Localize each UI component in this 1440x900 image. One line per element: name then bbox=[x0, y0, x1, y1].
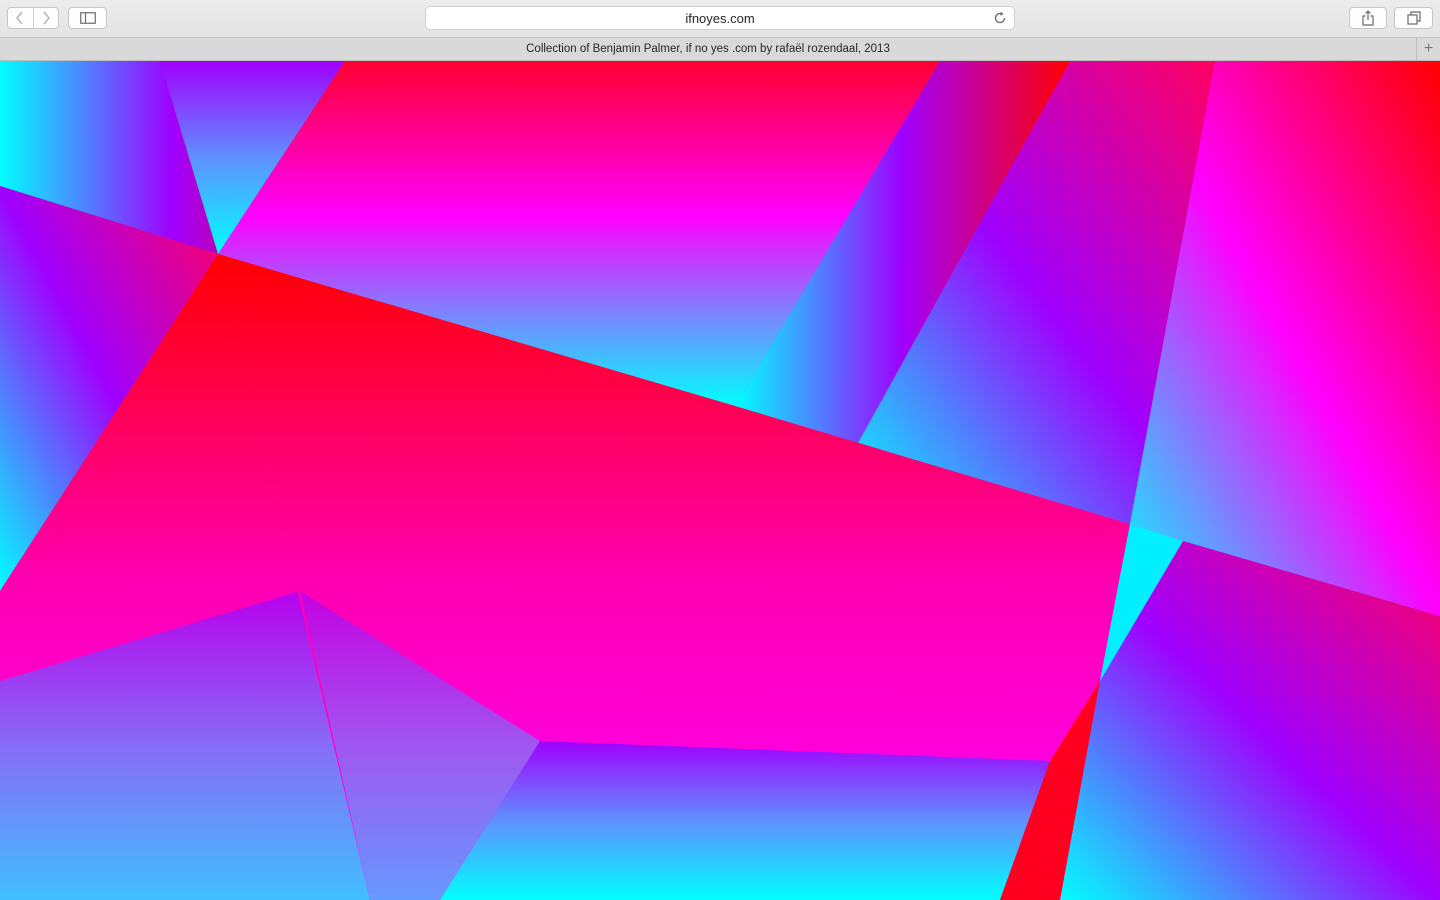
chevron-left-icon bbox=[16, 11, 23, 25]
new-tab-button[interactable]: + bbox=[1416, 38, 1440, 60]
tab-bar: Collection of Benjamin Palmer, if no yes… bbox=[0, 37, 1440, 61]
forward-button[interactable] bbox=[32, 8, 59, 28]
tab-title[interactable]: Collection of Benjamin Palmer, if no yes… bbox=[0, 38, 1416, 60]
tabs-overview-button[interactable] bbox=[1394, 7, 1433, 29]
address-text: ifnoyes.com bbox=[685, 10, 755, 26]
back-button[interactable] bbox=[8, 8, 33, 28]
navigation-buttons bbox=[7, 7, 59, 29]
sidebar-icon bbox=[79, 12, 96, 24]
art-shape-center-bottom bbox=[440, 741, 1050, 900]
share-button[interactable] bbox=[1349, 7, 1387, 29]
chevron-right-icon bbox=[43, 11, 50, 25]
webpage-artwork[interactable] bbox=[0, 61, 1440, 900]
sidebar-button[interactable] bbox=[68, 7, 107, 29]
tabs-overview-icon bbox=[1406, 11, 1421, 25]
reload-icon[interactable] bbox=[993, 11, 1007, 25]
artwork-canvas bbox=[0, 61, 1440, 900]
address-bar[interactable]: ifnoyes.com bbox=[425, 6, 1015, 30]
share-icon bbox=[1362, 10, 1374, 26]
browser-toolbar: ifnoyes.com bbox=[0, 0, 1440, 37]
